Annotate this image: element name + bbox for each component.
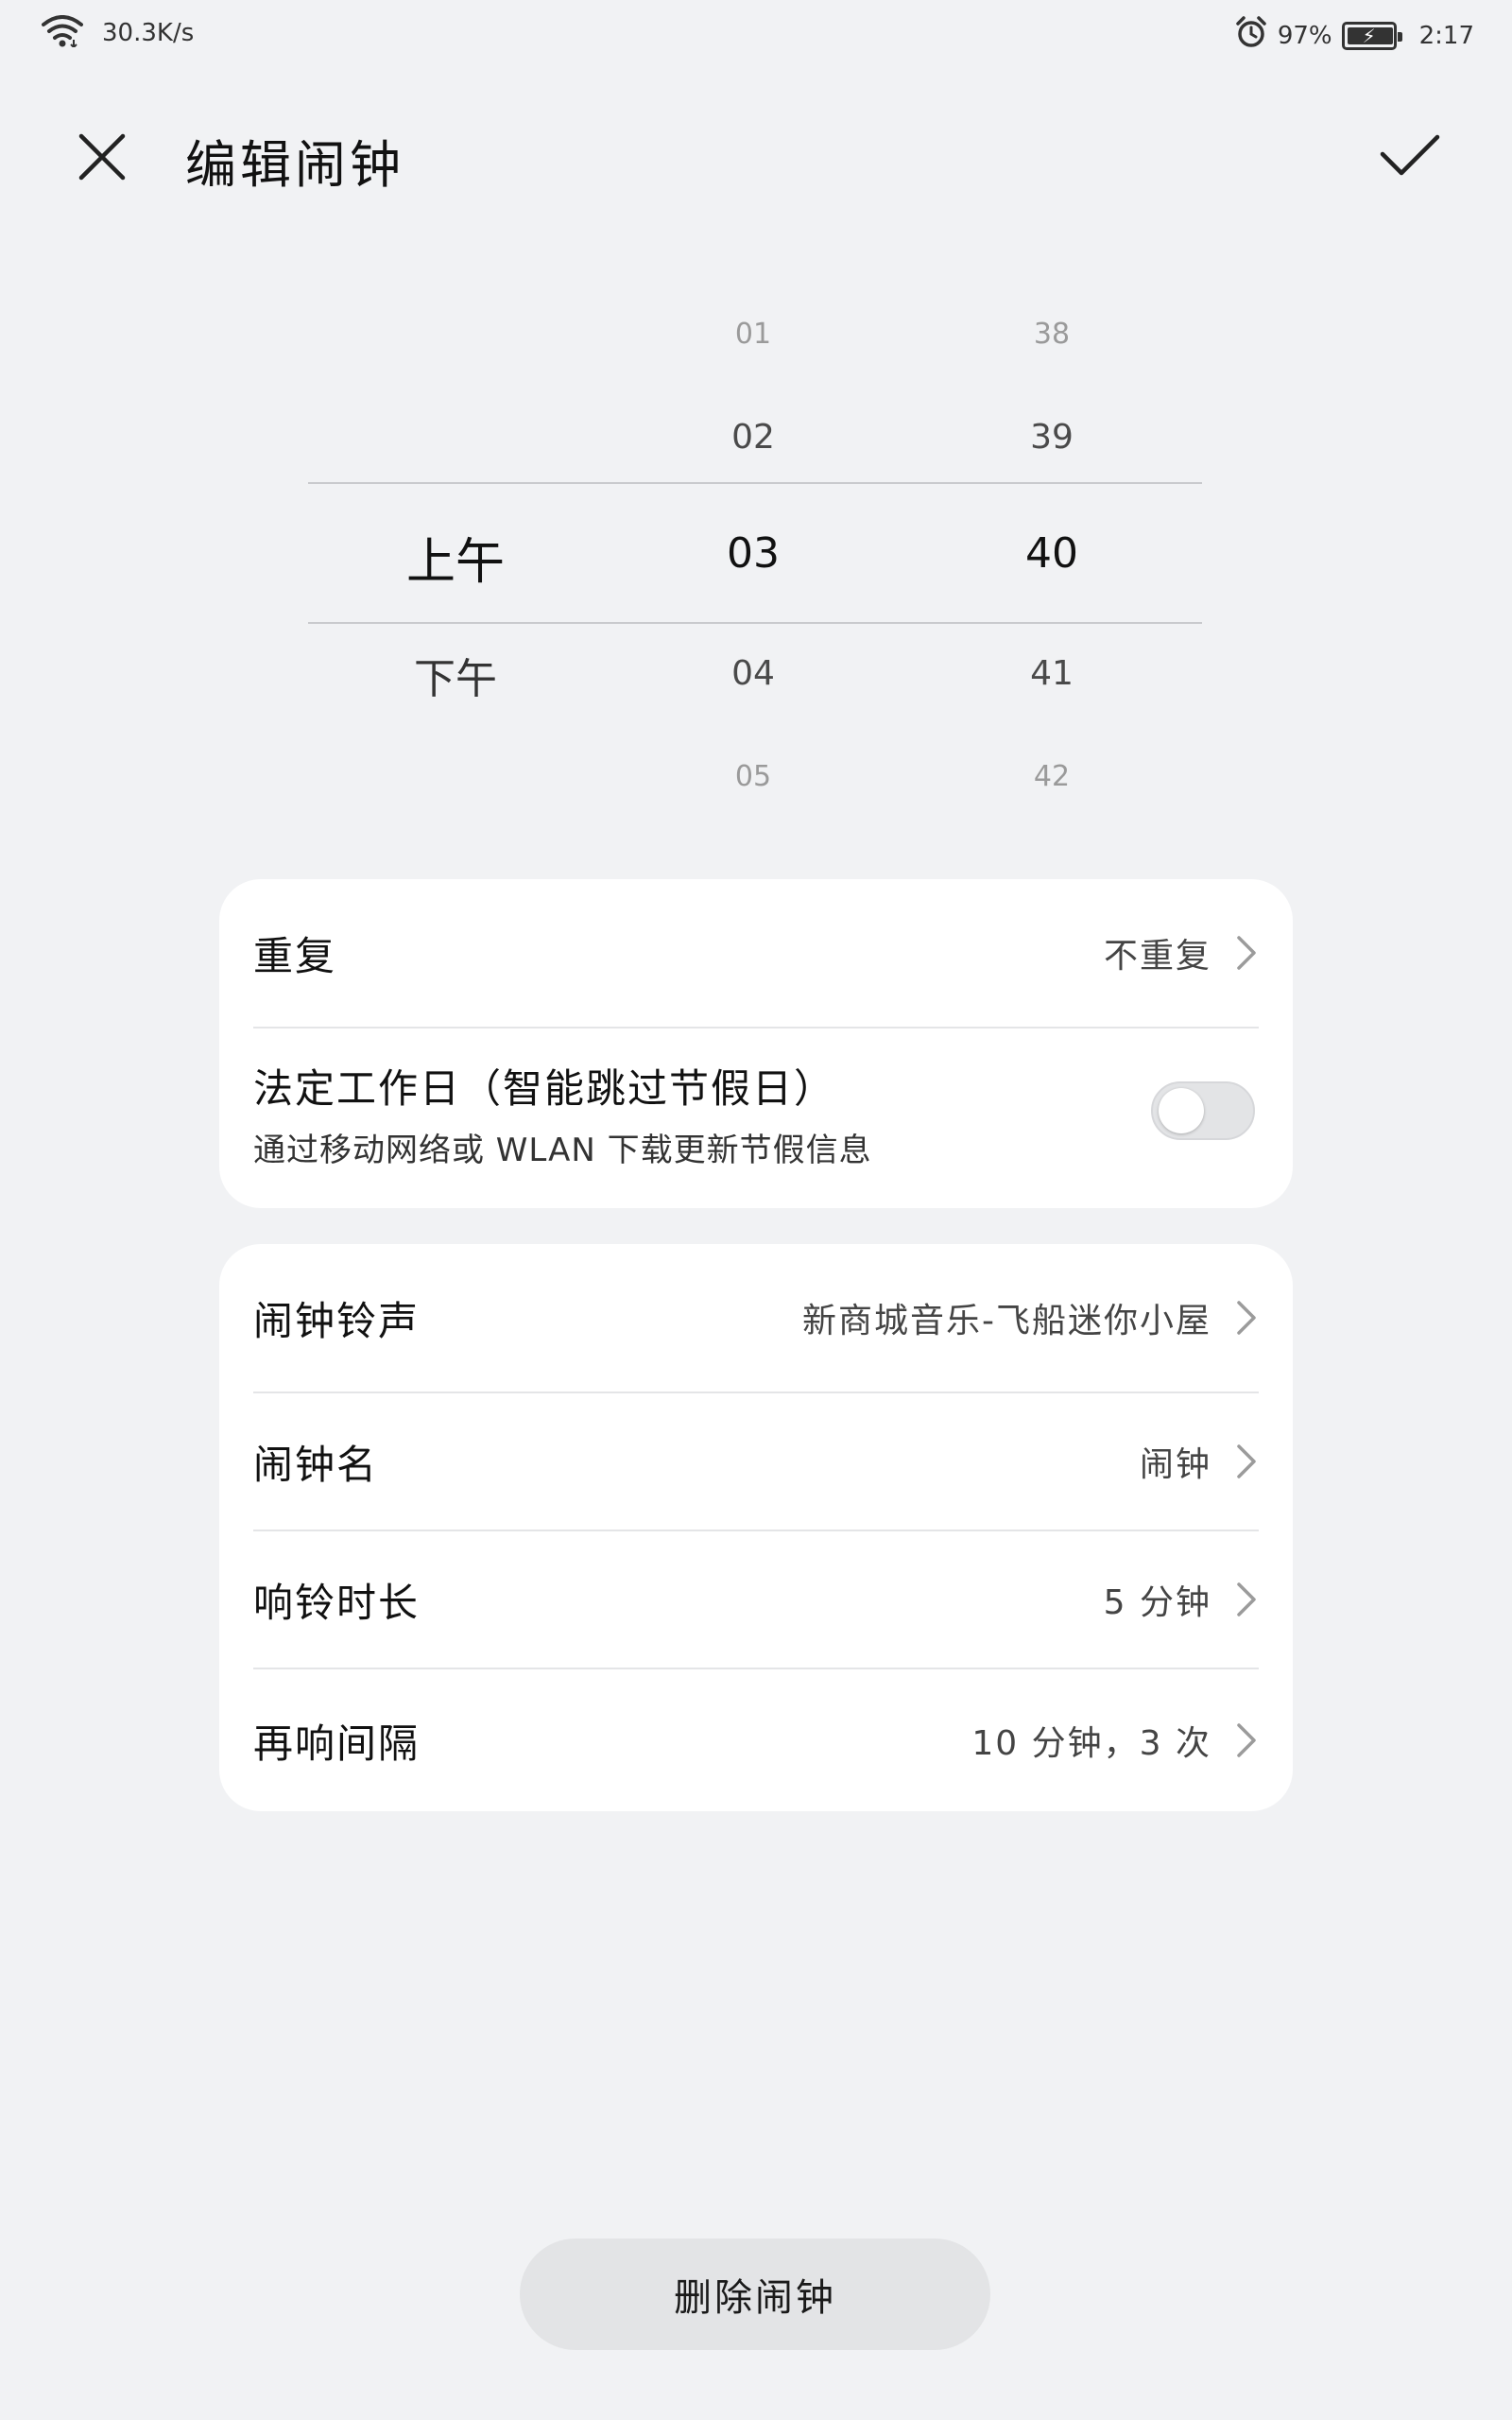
toggle-knob xyxy=(1159,1088,1204,1133)
alarm-name-label: 闹钟名 xyxy=(253,1441,379,1488)
repeat-card: 重复 不重复 法定工作日（智能跳过节假日） 通过移动网络或 WLAN 下载更新节… xyxy=(219,879,1293,1208)
snooze-interval-label: 再响间隔 xyxy=(253,1720,421,1767)
snooze-interval-value: 10 分钟，3 次 xyxy=(971,1724,1211,1763)
alarm-icon xyxy=(1234,15,1268,56)
repeat-label: 重复 xyxy=(253,932,337,979)
battery-charging-icon: ⚡ xyxy=(1341,21,1402,50)
status-left: 30.3K/s xyxy=(42,15,194,51)
close-button[interactable] xyxy=(66,121,138,193)
ringtone-value: 新商城音乐-飞船迷你小屋 xyxy=(802,1302,1211,1340)
ringtone-label: 闹钟铃声 xyxy=(253,1297,421,1344)
workday-subtitle: 通过移动网络或 WLAN 下载更新节假信息 xyxy=(253,1132,872,1169)
ringtone-row[interactable]: 闹钟铃声 新商城音乐-飞船迷你小屋 xyxy=(253,1244,1259,1392)
ring-duration-value: 5 分钟 xyxy=(1103,1583,1211,1622)
workday-label: 法定工作日（智能跳过节假日） xyxy=(253,1065,836,1112)
chevron-right-icon xyxy=(1237,1444,1256,1478)
ampm-option-am[interactable]: 上午 xyxy=(361,522,550,593)
workday-toggle[interactable] xyxy=(1151,1081,1255,1140)
check-icon xyxy=(1380,134,1440,176)
status-time: 2:17 xyxy=(1418,21,1474,50)
hour-column[interactable]: 01 02 03 04 05 xyxy=(659,284,848,813)
ampm-column[interactable]: 上午 下午 xyxy=(361,284,550,813)
status-right: 97% ⚡ 2:17 xyxy=(1234,15,1474,56)
edit-alarm-screen: 30.3K/s 97% ⚡ 2:17 编辑闹钟 上午 下午 01 02 03 0… xyxy=(0,0,1512,2420)
snooze-interval-row[interactable]: 再响间隔 10 分钟，3 次 xyxy=(253,1669,1259,1811)
alarm-settings-card: 闹钟铃声 新商城音乐-飞船迷你小屋 闹钟名 闹钟 响铃时长 5 分钟 再响间隔 … xyxy=(219,1244,1293,1811)
network-speed: 30.3K/s xyxy=(102,19,195,47)
repeat-row[interactable]: 重复 不重复 xyxy=(253,879,1259,1027)
alarm-name-value: 闹钟 xyxy=(1139,1445,1211,1484)
ring-duration-label: 响铃时长 xyxy=(253,1579,421,1626)
minute-column[interactable]: 38 39 40 41 42 xyxy=(957,284,1146,813)
hour-option[interactable]: 02 xyxy=(659,418,848,457)
minute-option[interactable]: 39 xyxy=(957,418,1146,457)
page-title: 编辑闹钟 xyxy=(185,135,404,195)
repeat-value: 不重复 xyxy=(1103,937,1211,976)
close-icon xyxy=(78,133,126,181)
status-bar: 30.3K/s 97% ⚡ 2:17 xyxy=(0,0,1512,76)
confirm-button[interactable] xyxy=(1370,115,1450,195)
workday-row: 法定工作日（智能跳过节假日） 通过移动网络或 WLAN 下载更新节假信息 xyxy=(253,1028,1259,1208)
minute-option[interactable]: 38 xyxy=(957,318,1146,351)
alarm-name-row[interactable]: 闹钟名 闹钟 xyxy=(253,1393,1259,1530)
delete-alarm-button[interactable]: 删除闹钟 xyxy=(520,2238,990,2350)
chevron-right-icon xyxy=(1237,936,1256,970)
minute-option[interactable]: 42 xyxy=(957,760,1146,793)
hour-option[interactable]: 04 xyxy=(659,654,848,693)
battery-percent: 97% xyxy=(1277,21,1332,50)
chevron-right-icon xyxy=(1237,1582,1256,1616)
ampm-option-pm[interactable]: 下午 xyxy=(361,645,550,705)
wifi-icon xyxy=(42,15,83,51)
chevron-right-icon xyxy=(1237,1301,1256,1335)
chevron-right-icon xyxy=(1237,1723,1256,1757)
hour-option[interactable]: 01 xyxy=(659,318,848,351)
hour-option-selected[interactable]: 03 xyxy=(659,529,848,578)
ring-duration-row[interactable]: 响铃时长 5 分钟 xyxy=(253,1531,1259,1668)
minute-option-selected[interactable]: 40 xyxy=(957,529,1146,578)
minute-option[interactable]: 41 xyxy=(957,654,1146,693)
time-picker[interactable]: 上午 下午 01 02 03 04 05 38 39 40 41 42 xyxy=(0,284,1512,813)
header: 编辑闹钟 xyxy=(0,104,1512,199)
hour-option[interactable]: 05 xyxy=(659,760,848,793)
